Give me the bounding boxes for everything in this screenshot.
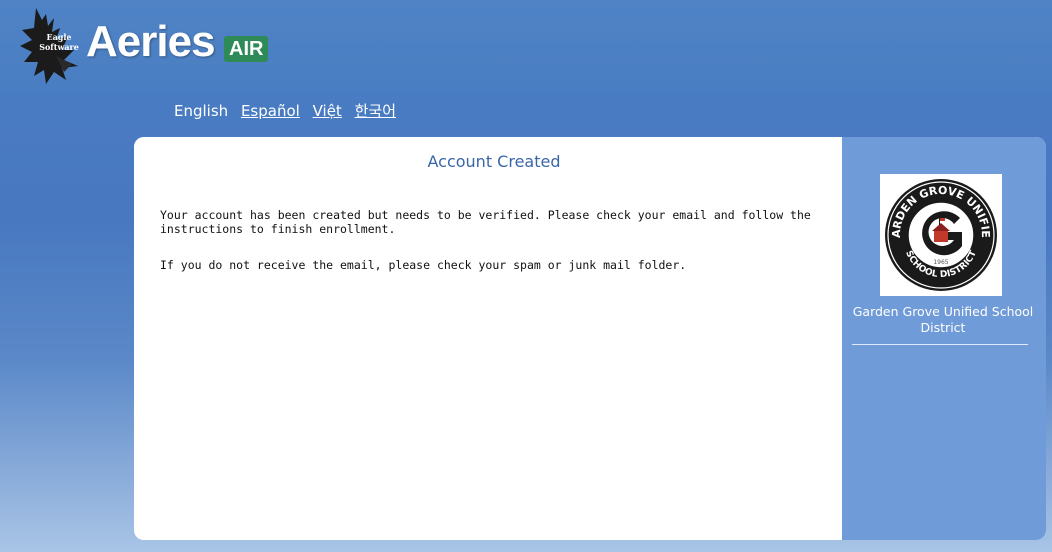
eagle-software-text: Eagle Software	[39, 32, 79, 52]
district-name: Garden Grove Unified School District	[852, 304, 1034, 335]
sidebar-divider	[852, 344, 1028, 345]
language-english: English	[174, 102, 229, 120]
language-selector: English Español Việt 한국어	[174, 100, 404, 121]
spam-notice: If you do not receive the email, please …	[160, 258, 687, 272]
svg-text:1965: 1965	[933, 259, 948, 266]
aeries-brand-name: Aeries	[86, 17, 216, 66]
language-korean-link[interactable]: 한국어	[355, 102, 396, 120]
main-content: Account Created Your account has been cr…	[134, 137, 842, 540]
content-panel: Account Created Your account has been cr…	[134, 137, 1046, 540]
district-sidebar: GARDEN GROVE UNIFIED SCHOOL DISTRICT 196…	[842, 137, 1046, 540]
aeries-logo[interactable]: Eagle Software Aeries AIR	[16, 6, 276, 88]
language-viet-link[interactable]: Việt	[313, 102, 342, 120]
air-badge: AIR	[224, 36, 269, 62]
page-title: Account Created	[427, 152, 561, 171]
district-seal-icon: GARDEN GROVE UNIFIED SCHOOL DISTRICT 196…	[875, 164, 997, 291]
district-seal: GARDEN GROVE UNIFIED SCHOOL DISTRICT 196…	[875, 164, 1002, 296]
language-espanol-link[interactable]: Español	[241, 102, 300, 120]
verification-message: Your account has been created but needs …	[160, 208, 811, 236]
